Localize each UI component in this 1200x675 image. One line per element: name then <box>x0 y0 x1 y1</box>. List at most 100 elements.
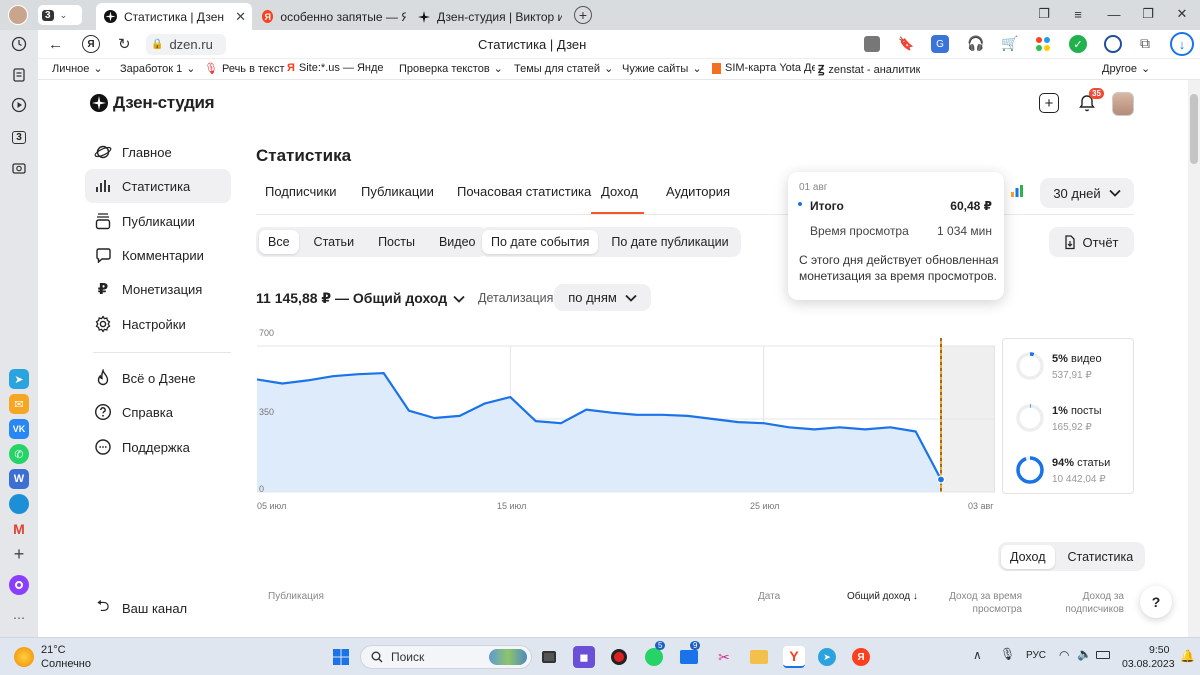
add-app-icon[interactable]: + <box>9 544 29 564</box>
notifications-button[interactable]: 35 <box>1078 88 1104 114</box>
close-window-icon[interactable]: ✕ <box>1164 0 1200 28</box>
bookmark-icon[interactable]: 🔖 <box>898 36 914 52</box>
video-call-icon[interactable]: ◼ <box>573 646 595 668</box>
reload-icon[interactable]: ↻ <box>118 35 131 53</box>
filter-video[interactable]: Видео <box>430 230 485 254</box>
play-icon[interactable] <box>9 95 29 115</box>
report-button[interactable]: Отчёт <box>1049 227 1134 257</box>
nav-monetization[interactable]: ₽ Монетизация <box>85 272 231 306</box>
filter-all[interactable]: Все <box>259 230 299 254</box>
vk-icon[interactable]: VK <box>9 419 29 439</box>
clock-date[interactable]: 03.08.2023 <box>1122 658 1175 670</box>
yandex-logo-icon[interactable]: Я <box>82 35 100 53</box>
tray-chevron-icon[interactable]: ∧ <box>973 648 982 662</box>
filter-posts[interactable]: Посты <box>369 230 424 254</box>
income-chart[interactable] <box>257 338 995 498</box>
toggle-income[interactable]: Доход <box>1001 544 1055 569</box>
bookmark-folder[interactable]: Личное ⌄ <box>52 62 103 76</box>
headphones-icon[interactable]: 🎧 <box>967 35 984 52</box>
nav-publications[interactable]: Публикации <box>85 204 231 238</box>
nav-about-dzen[interactable]: Всё о Дзене <box>85 361 231 395</box>
monitor-icon[interactable]: 9 <box>678 641 701 668</box>
microphone-tray-icon[interactable]: 🎙 <box>1000 647 1015 661</box>
detail-select[interactable]: по дням <box>554 284 651 311</box>
yandex-icon[interactable]: Я <box>850 646 872 668</box>
task-view-icon[interactable] <box>538 646 560 668</box>
nav-help[interactable]: Справка <box>85 395 231 429</box>
cart-icon[interactable]: 🛒 <box>1001 35 1018 52</box>
collections-icon[interactable] <box>9 65 29 85</box>
whatsapp-icon[interactable]: ✆ <box>9 444 29 464</box>
nav-support[interactable]: Поддержка <box>85 430 231 464</box>
filter-by-publish-date[interactable]: По дате публикации <box>602 230 737 254</box>
address-field[interactable]: 🔒 dzen.ru <box>146 34 226 55</box>
bookmark-link[interactable]: 🎙 Речь в текст <box>204 62 285 76</box>
counter-badge[interactable]: 3 <box>9 127 29 147</box>
bookmark-link[interactable]: Ꙃzenstat - аналитик <box>818 62 920 77</box>
filter-articles[interactable]: Статьи <box>305 230 364 254</box>
user-avatar[interactable] <box>1112 92 1134 116</box>
mail-icon[interactable]: ✉ <box>9 394 29 414</box>
back-icon[interactable]: ← <box>48 36 63 53</box>
snipping-icon[interactable]: ✂ <box>713 646 735 668</box>
nav-main[interactable]: Главное <box>85 135 231 169</box>
tab-dzen-studio[interactable]: Дзен-студия | Виктор из П <box>410 3 562 30</box>
notification-center-icon[interactable]: 🔔 <box>1180 649 1195 663</box>
create-button[interactable]: + <box>1039 93 1059 113</box>
puzzle-icon[interactable]: ⧉ <box>1140 35 1150 52</box>
tab-income[interactable]: Доход <box>601 184 638 199</box>
extension-icon[interactable] <box>1104 35 1122 53</box>
telegram-icon[interactable]: ➤ <box>9 369 29 389</box>
apps-icon[interactable] <box>1035 36 1051 52</box>
col-subscriber-income[interactable]: Доход за подписчиков <box>1042 590 1124 616</box>
reader-icon[interactable] <box>864 36 880 52</box>
tab-statistics[interactable]: Статистика | Дзен ✕ <box>96 3 252 30</box>
col-view-income[interactable]: Доход за время просмотра <box>938 590 1022 616</box>
alice-icon[interactable] <box>9 575 29 595</box>
col-publication[interactable]: Публикация <box>268 590 324 603</box>
tab-counter-button[interactable]: 3 ⌄ <box>38 5 82 25</box>
wifi-icon[interactable]: ◠ <box>1059 648 1069 662</box>
start-icon[interactable] <box>330 646 352 668</box>
tab-yandex[interactable]: Я особенно запятые — Янд <box>254 3 406 30</box>
bookmark-folder[interactable]: Чужие сайты ⌄ <box>622 62 702 76</box>
new-tab-button[interactable]: + <box>574 6 592 24</box>
check-icon[interactable]: ✓ <box>1069 35 1087 53</box>
bookmark-link[interactable]: SIM-карта Yota Де <box>712 62 815 74</box>
volume-icon[interactable]: 🔈 <box>1077 647 1092 661</box>
menu-icon[interactable]: ≡ <box>1060 0 1096 28</box>
chart-type-icon[interactable] <box>1010 184 1024 198</box>
filter-by-event-date[interactable]: По дате события <box>482 230 599 254</box>
scroll-thumb[interactable] <box>1190 94 1198 164</box>
total-income-select[interactable]: 11 145,88 ₽ — Общий доход <box>256 290 465 307</box>
translate-icon[interactable]: G <box>931 35 949 53</box>
file-explorer-icon[interactable] <box>748 646 770 668</box>
col-date[interactable]: Дата <box>758 590 780 603</box>
help-button[interactable]: ? <box>1140 586 1172 618</box>
minimize-icon[interactable]: — <box>1096 0 1132 28</box>
telegram-icon[interactable]: ➤ <box>816 646 838 668</box>
taskbar-search[interactable]: Поиск <box>360 645 532 669</box>
studio-logo[interactable]: Дзен-студия <box>90 93 215 113</box>
language-indicator[interactable]: РУС <box>1026 650 1046 661</box>
gmail-icon[interactable]: M <box>9 519 29 539</box>
clock-time[interactable]: 9:50 <box>1149 644 1169 656</box>
close-icon[interactable]: ✕ <box>235 9 246 25</box>
battery-icon[interactable] <box>1096 651 1110 659</box>
clock-icon[interactable] <box>9 34 29 54</box>
tab-hourly[interactable]: Почасовая статистика <box>457 184 591 199</box>
profile-avatar[interactable] <box>8 5 28 25</box>
record-icon[interactable] <box>608 646 630 668</box>
yandex-browser-icon[interactable]: Y <box>783 646 805 668</box>
nav-my-channel[interactable]: ⮌ Ваш канал <box>85 591 231 625</box>
bookmark-folder[interactable]: Темы для статей ⌄ <box>514 62 613 76</box>
tab-publications[interactable]: Публикации <box>361 184 434 199</box>
bookmark-folder[interactable]: Заработок 1 ⌄ <box>120 62 195 76</box>
col-total-income[interactable]: Общий доход ↓ <box>847 590 918 603</box>
bookmark-link[interactable]: ЯSite:*.us — Яндекс <box>287 62 383 74</box>
page-scrollbar[interactable] <box>1188 80 1200 637</box>
bookmark-folder[interactable]: Проверка текстов ⌄ <box>399 62 503 76</box>
bookmarks-collection-icon[interactable]: ❐ <box>1026 0 1062 28</box>
nav-settings[interactable]: Настройки <box>85 307 231 341</box>
download-icon[interactable]: ↓ <box>1170 32 1194 56</box>
